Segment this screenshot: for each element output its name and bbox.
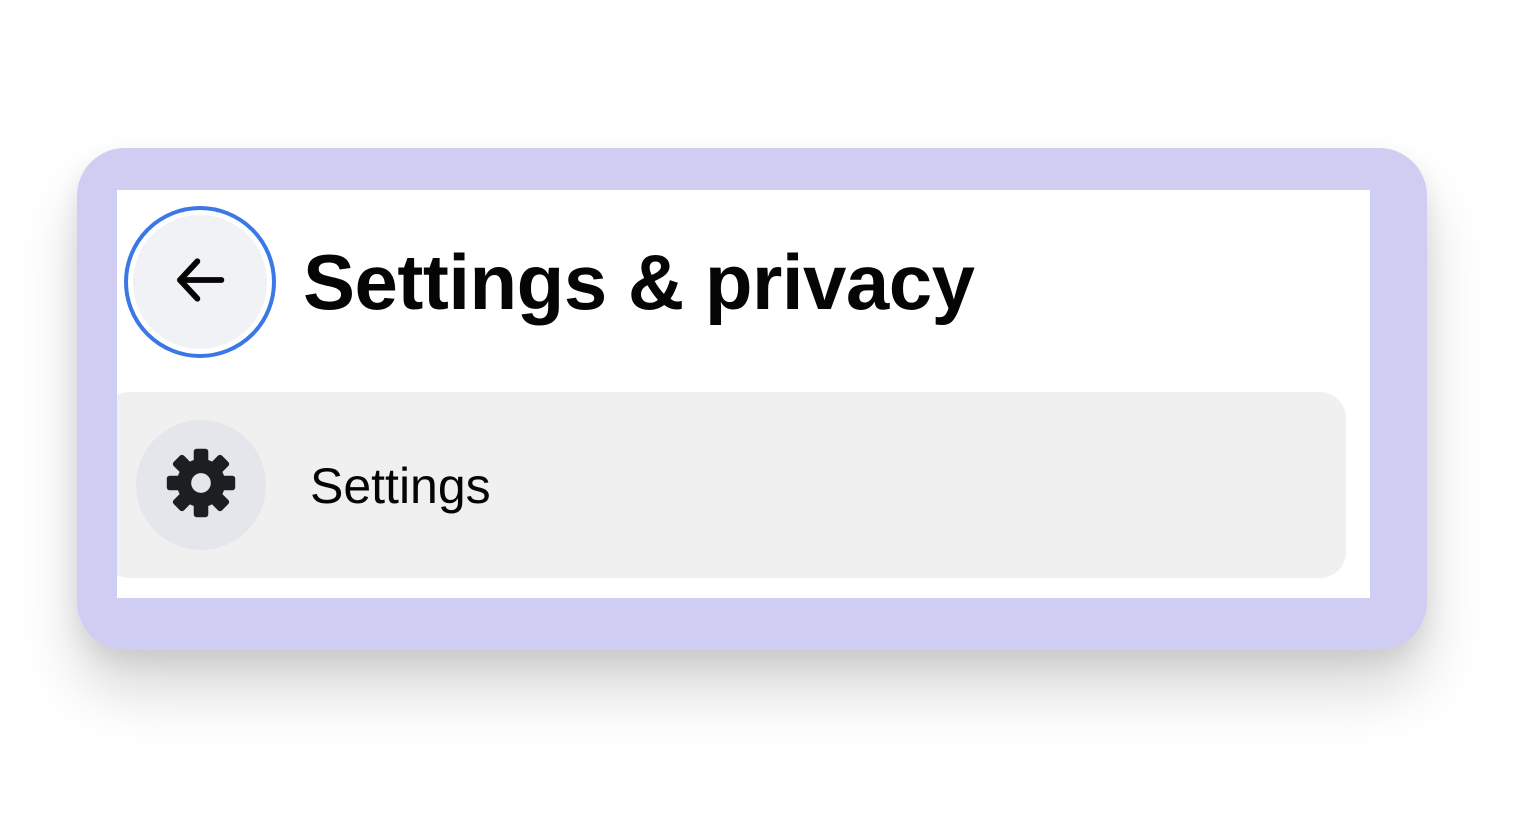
back-button[interactable] [124, 206, 276, 358]
menu-item-settings[interactable]: Settings [117, 392, 1346, 578]
gear-icon [163, 445, 239, 526]
arrow-left-icon [168, 248, 232, 317]
menu-icon-circle [136, 420, 266, 550]
menu-item-label: Settings [310, 458, 491, 514]
settings-privacy-panel: Settings & privacy Settings [117, 190, 1370, 598]
back-button-surface[interactable] [133, 215, 267, 349]
page-title: Settings & privacy [303, 238, 975, 326]
